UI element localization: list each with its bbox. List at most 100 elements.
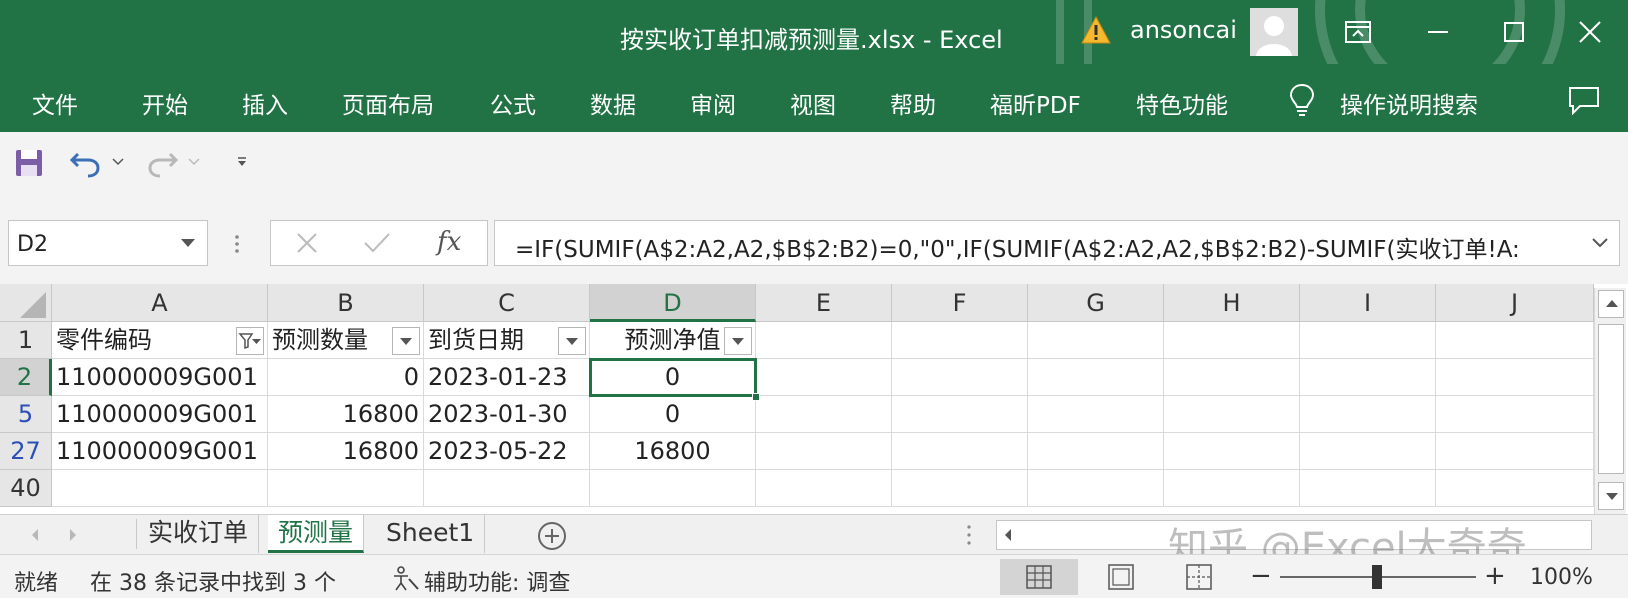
column-header-j[interactable]: J (1436, 284, 1594, 322)
cell-a27[interactable]: 110000009G001 (52, 433, 268, 470)
accessibility-icon[interactable] (392, 565, 420, 591)
zoom-in-button[interactable]: + (1484, 561, 1506, 591)
cell-d40[interactable] (590, 470, 756, 507)
insert-function-icon[interactable]: fx (437, 227, 461, 257)
column-header-a[interactable]: A (52, 284, 268, 322)
minimize-icon[interactable] (1420, 14, 1456, 50)
cell-a2[interactable]: 110000009G001 (52, 359, 268, 396)
column-header-b[interactable]: B (268, 284, 424, 322)
next-sheet-icon[interactable] (66, 527, 80, 543)
tab-foxit-pdf[interactable]: 福昕PDF (990, 86, 1081, 120)
cell-h2[interactable] (1164, 359, 1300, 396)
tab-file[interactable]: 文件 (32, 86, 78, 120)
cell-c27[interactable]: 2023-05-22 (424, 433, 590, 470)
horizontal-scrollbar[interactable] (996, 520, 1592, 550)
expand-formula-bar-icon[interactable] (1591, 237, 1609, 249)
column-header-g[interactable]: G (1028, 284, 1164, 322)
comments-icon[interactable] (1567, 85, 1601, 115)
tell-me-search[interactable]: 操作说明搜索 (1340, 86, 1478, 120)
prev-sheet-icon[interactable] (28, 527, 42, 543)
column-header-f[interactable]: F (892, 284, 1028, 322)
cell-h5[interactable] (1164, 396, 1300, 433)
cell-j1[interactable] (1436, 322, 1594, 359)
cell-d27[interactable]: 16800 (590, 433, 756, 470)
cell-c2[interactable]: 2023-01-23 (424, 359, 590, 396)
column-header-c[interactable]: C (424, 284, 590, 322)
tab-formulas[interactable]: 公式 (490, 86, 536, 120)
warning-icon[interactable] (1081, 16, 1111, 44)
page-layout-view-button[interactable] (1082, 559, 1160, 595)
zoom-level[interactable]: 100% (1530, 565, 1593, 590)
sheet-tab-orders[interactable]: 实收订单 (138, 515, 260, 553)
cell-d5[interactable]: 0 (590, 396, 756, 433)
scroll-left-icon[interactable] (1001, 527, 1015, 543)
cell-e1[interactable] (756, 322, 892, 359)
chevron-down-icon[interactable] (181, 239, 195, 248)
fill-handle[interactable] (752, 393, 760, 401)
row-header-27[interactable]: 27 (0, 433, 52, 470)
cancel-icon[interactable] (295, 231, 319, 255)
cell-g40[interactable] (1028, 470, 1164, 507)
column-header-e[interactable]: E (756, 284, 892, 322)
cell-h40[interactable] (1164, 470, 1300, 507)
cell-e5[interactable] (756, 396, 892, 433)
name-box[interactable]: D2 (8, 220, 208, 266)
undo-dropdown-icon[interactable] (112, 158, 124, 166)
tab-help[interactable]: 帮助 (890, 86, 936, 120)
tab-splitter-icon[interactable] (966, 523, 972, 547)
cell-g2[interactable] (1028, 359, 1164, 396)
undo-icon[interactable] (70, 148, 102, 178)
column-header-i[interactable]: I (1300, 284, 1436, 322)
close-icon[interactable] (1572, 14, 1608, 50)
cell-i5[interactable] (1300, 396, 1436, 433)
status-accessibility[interactable]: 辅助功能: 调查 (424, 565, 570, 597)
tab-home[interactable]: 开始 (142, 86, 188, 120)
cell-i2[interactable] (1300, 359, 1436, 396)
cell-f2[interactable] (892, 359, 1028, 396)
cell-e27[interactable] (756, 433, 892, 470)
filter-button-c[interactable] (558, 327, 586, 355)
tab-page-layout[interactable]: 页面布局 (342, 86, 434, 120)
zoom-out-button[interactable]: − (1250, 561, 1272, 591)
cell-i1[interactable] (1300, 322, 1436, 359)
avatar[interactable] (1250, 8, 1298, 56)
column-header-h[interactable]: H (1164, 284, 1300, 322)
cell-j40[interactable] (1436, 470, 1594, 507)
splitter-dots-icon[interactable] (234, 234, 240, 254)
formula-input[interactable]: =IF(SUMIF(A$2:A2,A2,$B$2:B2)=0,"0",IF(SU… (494, 220, 1620, 266)
cell-f5[interactable] (892, 396, 1028, 433)
cell-j27[interactable] (1436, 433, 1594, 470)
add-sheet-icon[interactable] (536, 520, 568, 552)
cell-b27[interactable]: 16800 (268, 433, 424, 470)
maximize-icon[interactable] (1496, 14, 1532, 50)
row-header-5[interactable]: 5 (0, 396, 52, 433)
filter-button-d[interactable] (724, 327, 752, 355)
cell-j2[interactable] (1436, 359, 1594, 396)
tab-insert[interactable]: 插入 (242, 86, 288, 120)
tab-special-features[interactable]: 特色功能 (1136, 86, 1228, 120)
zoom-slider-thumb[interactable] (1372, 565, 1382, 589)
cell-h27[interactable] (1164, 433, 1300, 470)
vertical-scrollbar[interactable] (1594, 288, 1626, 514)
cell-f1[interactable] (892, 322, 1028, 359)
user-name[interactable]: ansoncai (1130, 16, 1237, 44)
filter-button-a[interactable] (236, 327, 264, 355)
tab-data[interactable]: 数据 (590, 86, 636, 120)
save-icon[interactable] (14, 148, 44, 178)
page-break-view-button[interactable] (1160, 559, 1238, 595)
customize-toolbar-icon[interactable] (236, 156, 248, 168)
cell-g27[interactable] (1028, 433, 1164, 470)
scroll-down-button[interactable] (1598, 482, 1624, 510)
cell-b5[interactable]: 16800 (268, 396, 424, 433)
tab-review[interactable]: 审阅 (690, 86, 736, 120)
cell-c5[interactable]: 2023-01-30 (424, 396, 590, 433)
filter-button-b[interactable] (392, 327, 420, 355)
cell-i40[interactable] (1300, 470, 1436, 507)
select-all-button[interactable] (0, 284, 52, 322)
cell-a40[interactable] (52, 470, 268, 507)
cell-e40[interactable] (756, 470, 892, 507)
sheet-tab-sheet1[interactable]: Sheet1 (376, 515, 486, 553)
tab-view[interactable]: 视图 (790, 86, 836, 120)
enter-check-icon[interactable] (363, 231, 391, 255)
cell-g5[interactable] (1028, 396, 1164, 433)
